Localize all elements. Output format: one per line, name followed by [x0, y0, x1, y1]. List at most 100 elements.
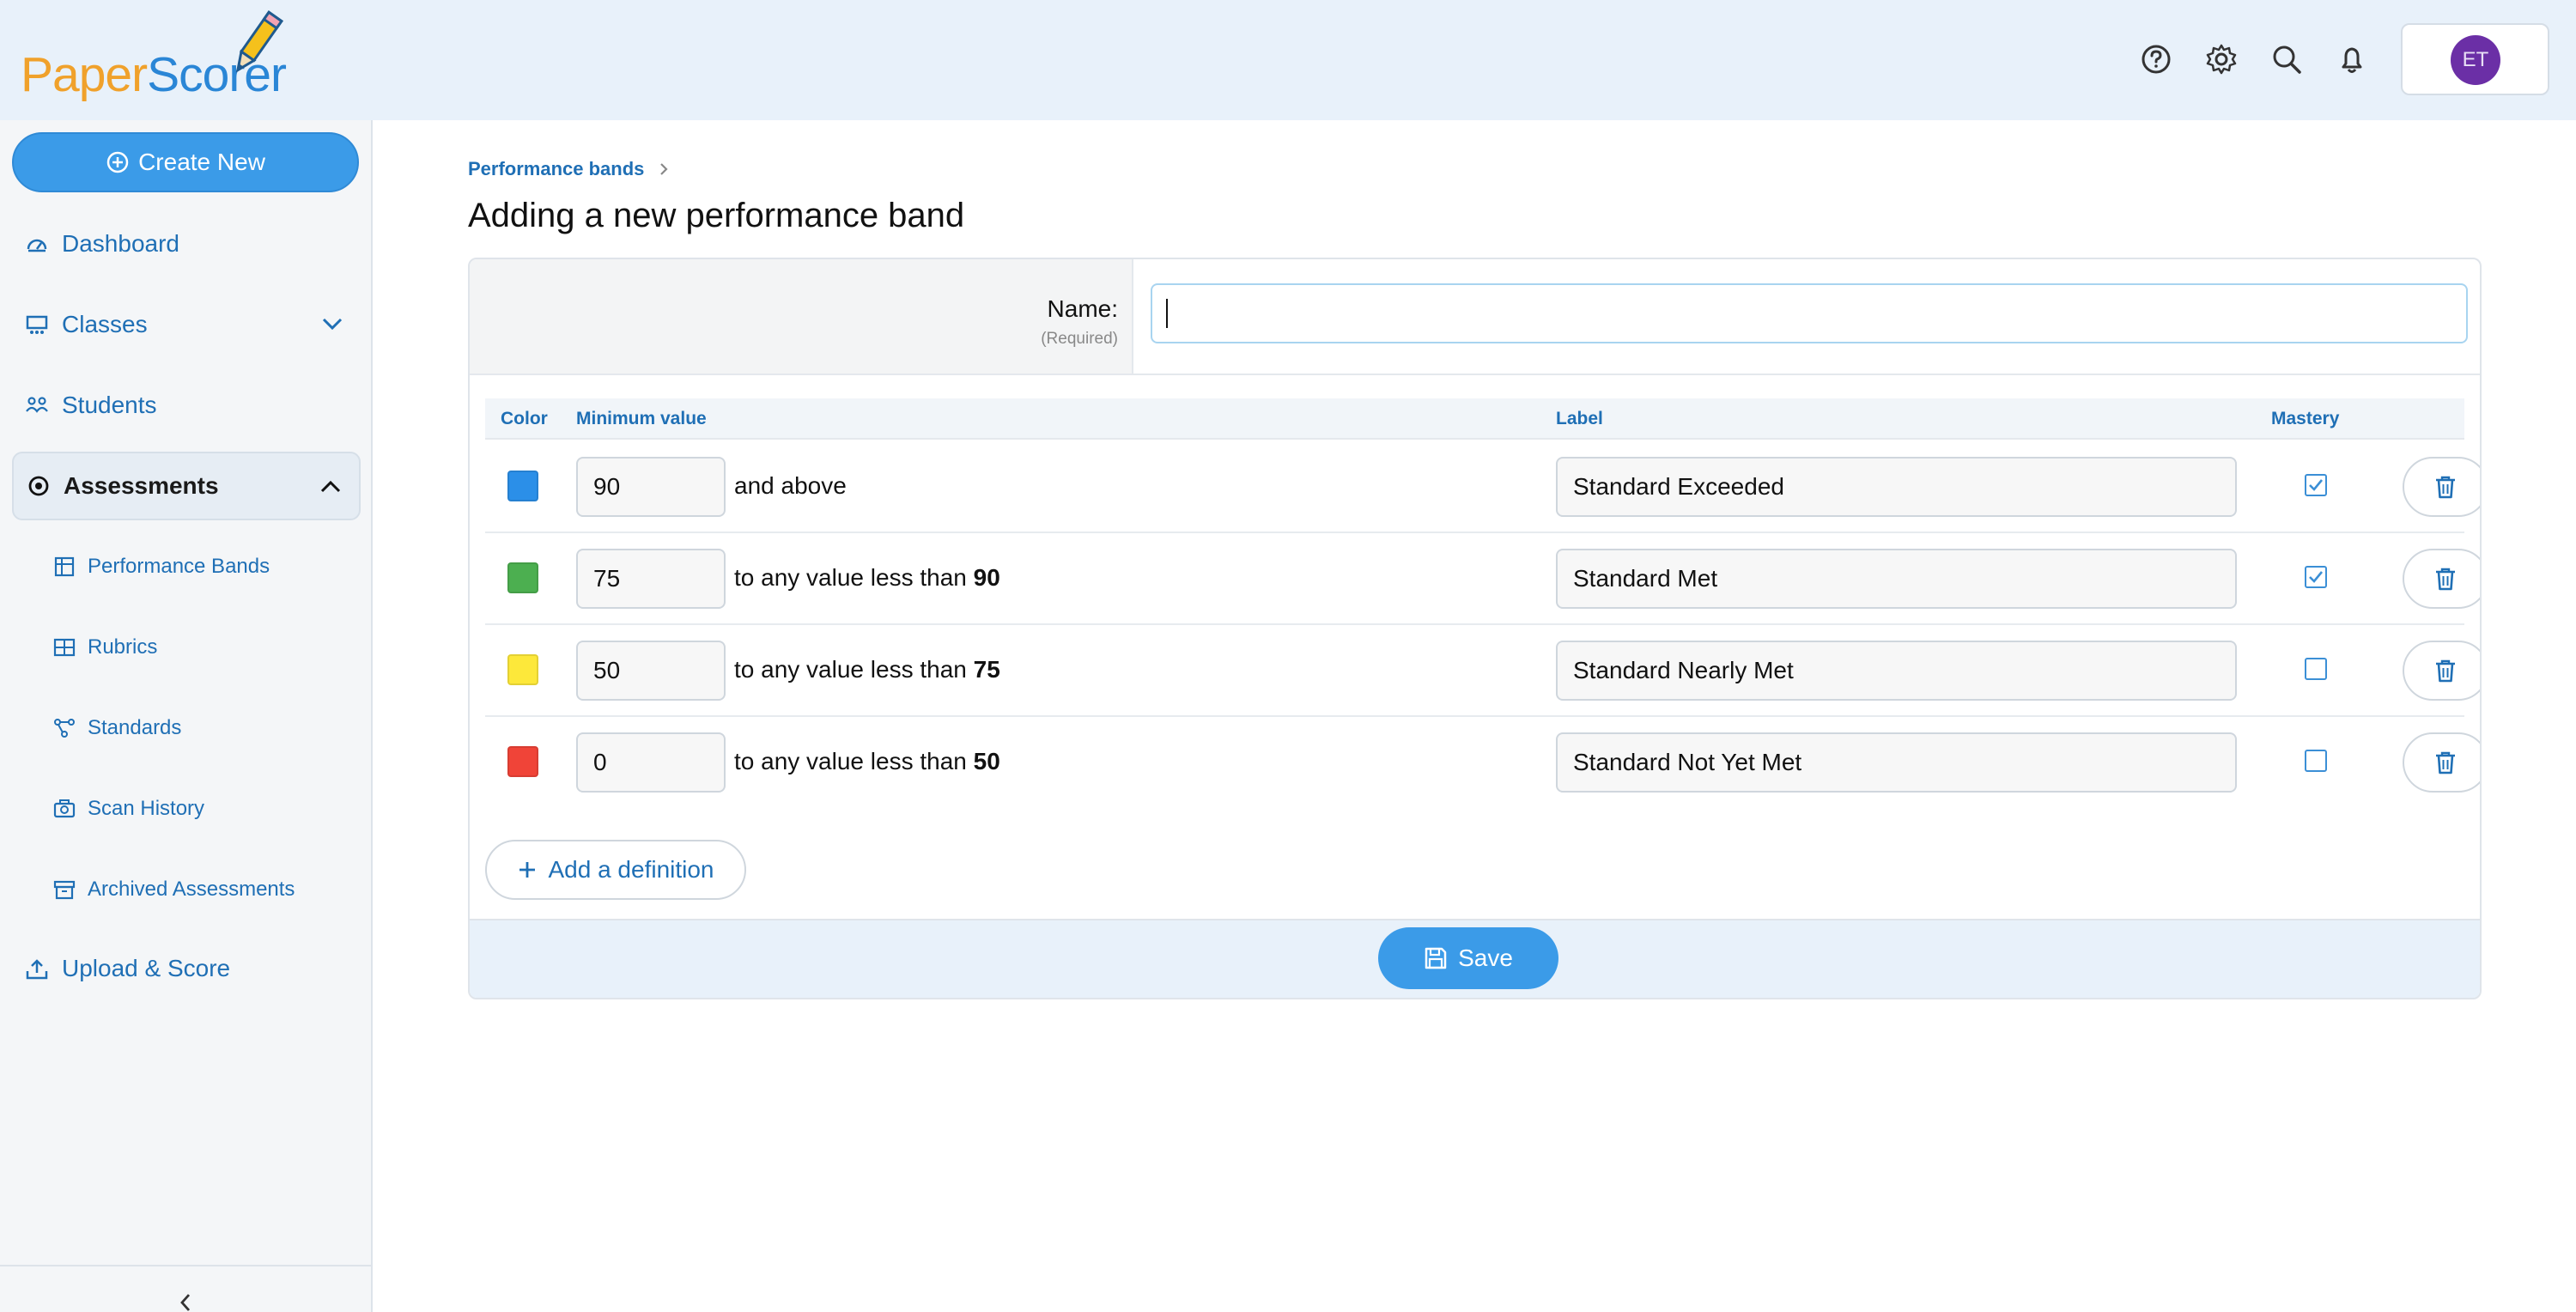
mastery-checkbox[interactable] — [2305, 474, 2327, 496]
save-label: Save — [1458, 945, 1513, 971]
sidebar-item-dashboard[interactable]: Dashboard — [12, 210, 361, 278]
minimum-value-input[interactable]: 90 — [576, 457, 726, 517]
band-row: 50 to any value less than 75 Standard Near… — [485, 625, 2480, 717]
minimum-value-input[interactable]: 75 — [576, 549, 726, 609]
search-icon[interactable] — [2269, 41, 2305, 77]
settings-icon[interactable] — [2203, 41, 2239, 77]
sidebar-subitem-standards[interactable]: Standards — [53, 702, 181, 754]
plus-icon — [519, 862, 536, 878]
create-new-label: Create New — [138, 149, 265, 175]
range-bound: 50 — [973, 748, 1000, 774]
performance-bands-icon — [53, 556, 76, 578]
paperscorer-logo[interactable]: PaperScorer — [21, 7, 304, 110]
user-menu-button[interactable]: ET — [2401, 23, 2549, 95]
assessments-icon — [26, 473, 52, 499]
add-definition-button[interactable]: Add a definition — [485, 840, 746, 900]
students-icon — [24, 392, 50, 418]
sidebar-item-assessments[interactable]: Assessments — [12, 452, 361, 520]
sidebar: Create New Dashboard Classes Students As… — [0, 120, 373, 1312]
mastery-checkbox[interactable] — [2305, 566, 2327, 588]
floppy-disk-icon — [1425, 947, 1447, 969]
sidebar-item-upload-score[interactable]: Upload & Score — [12, 934, 361, 1003]
trash-icon — [2436, 476, 2455, 499]
sidebar-subitem-performance-bands[interactable]: Performance Bands — [53, 541, 270, 592]
range-description: to any value less than 90 — [734, 564, 1000, 592]
delete-band-button[interactable] — [2403, 641, 2480, 701]
range-description: to any value less than 50 — [734, 748, 1000, 775]
label-input[interactable]: Standard Exceeded — [1556, 457, 2237, 517]
delete-band-button[interactable] — [2403, 732, 2480, 793]
add-definition-label: Add a definition — [548, 856, 714, 883]
trash-icon — [2436, 751, 2455, 774]
mastery-checkbox[interactable] — [2305, 658, 2327, 680]
upload-icon — [24, 956, 50, 981]
pencil-icon — [235, 10, 283, 73]
range-prefix: to any value less than — [734, 656, 967, 683]
delete-band-button[interactable] — [2403, 457, 2480, 517]
delete-band-button[interactable] — [2403, 549, 2480, 609]
check-icon — [2309, 571, 2324, 583]
performance-band-form: Name: (Required) Color Minimum value Lab… — [468, 258, 2482, 999]
name-input[interactable] — [1151, 283, 2468, 343]
column-header-label: Label — [1556, 409, 1603, 428]
range-prefix: to any value less than — [734, 564, 967, 591]
help-icon[interactable] — [2138, 41, 2174, 77]
sidebar-item-classes[interactable]: Classes — [12, 290, 361, 359]
bell-icon[interactable] — [2334, 41, 2370, 77]
create-new-button[interactable]: Create New — [12, 132, 359, 192]
color-swatch[interactable] — [507, 471, 538, 501]
check-icon — [2309, 479, 2324, 491]
dashboard-icon — [24, 231, 50, 257]
band-row: 0 to any value less than 50 Standard Not Y… — [485, 717, 2480, 809]
breadcrumb-link-performance-bands[interactable]: Performance bands — [468, 158, 644, 180]
label-input[interactable]: Standard Not Yet Met — [1556, 732, 2237, 793]
name-label: Name: — [1047, 295, 1118, 322]
sidebar-item-label: Upload & Score — [62, 955, 231, 981]
sidebar-item-students[interactable]: Students — [12, 371, 361, 440]
archive-icon — [53, 878, 76, 901]
column-header-color: Color — [501, 409, 548, 428]
trash-icon — [2436, 568, 2455, 591]
sidebar-subitem-rubrics[interactable]: Rubrics — [53, 622, 157, 673]
column-header-minimum: Minimum value — [576, 409, 707, 428]
column-header-mastery: Mastery — [2271, 409, 2340, 428]
chevron-up-icon[interactable] — [318, 474, 343, 500]
form-footer: Save — [470, 919, 2480, 998]
text-cursor — [1166, 299, 1168, 328]
save-button[interactable]: Save — [1378, 927, 1558, 989]
range-bound: 75 — [973, 656, 1000, 683]
sidebar-subitem-label: Scan History — [88, 797, 205, 820]
sidebar-footer — [0, 1265, 371, 1312]
range-description: to any value less than 75 — [734, 656, 1000, 683]
range-prefix: and above — [734, 472, 847, 499]
color-swatch[interactable] — [507, 654, 538, 685]
sidebar-item-label: Classes — [62, 311, 148, 337]
standards-icon — [53, 717, 76, 739]
color-swatch[interactable] — [507, 562, 538, 593]
sidebar-subitem-scan-history[interactable]: Scan History — [53, 783, 204, 835]
label-input[interactable]: Standard Met — [1556, 549, 2237, 609]
chevron-down-icon[interactable] — [319, 311, 345, 337]
sidebar-item-label: Students — [62, 392, 157, 418]
mastery-checkbox[interactable] — [2305, 750, 2327, 772]
minimum-value-input[interactable]: 50 — [576, 641, 726, 701]
sidebar-subitem-archived-assessments[interactable]: Archived Assessments — [53, 864, 295, 915]
rubrics-icon — [53, 636, 76, 659]
name-row: Name: (Required) — [470, 259, 2480, 375]
top-header: PaperScorer ET — [0, 0, 2576, 120]
classes-icon — [24, 312, 50, 337]
plus-circle-icon — [106, 151, 129, 173]
label-input[interactable]: Standard Nearly Met — [1556, 641, 2237, 701]
minimum-value-input[interactable]: 0 — [576, 732, 726, 793]
color-swatch[interactable] — [507, 746, 538, 777]
name-required-hint: (Required) — [1041, 330, 1118, 348]
trash-icon — [2436, 659, 2455, 683]
range-prefix: to any value less than — [734, 748, 967, 774]
band-row: 75 to any value less than 90 Standard Met — [485, 533, 2480, 625]
page-title: Adding a new performance band — [468, 197, 965, 234]
breadcrumb: Performance bands — [468, 158, 670, 180]
bands-table-header: Color Minimum value Label Mastery — [485, 398, 2464, 440]
chevron-left-icon[interactable] — [175, 1292, 196, 1312]
sidebar-item-label: Dashboard — [62, 230, 179, 257]
sidebar-subitem-label: Performance Bands — [88, 555, 270, 578]
